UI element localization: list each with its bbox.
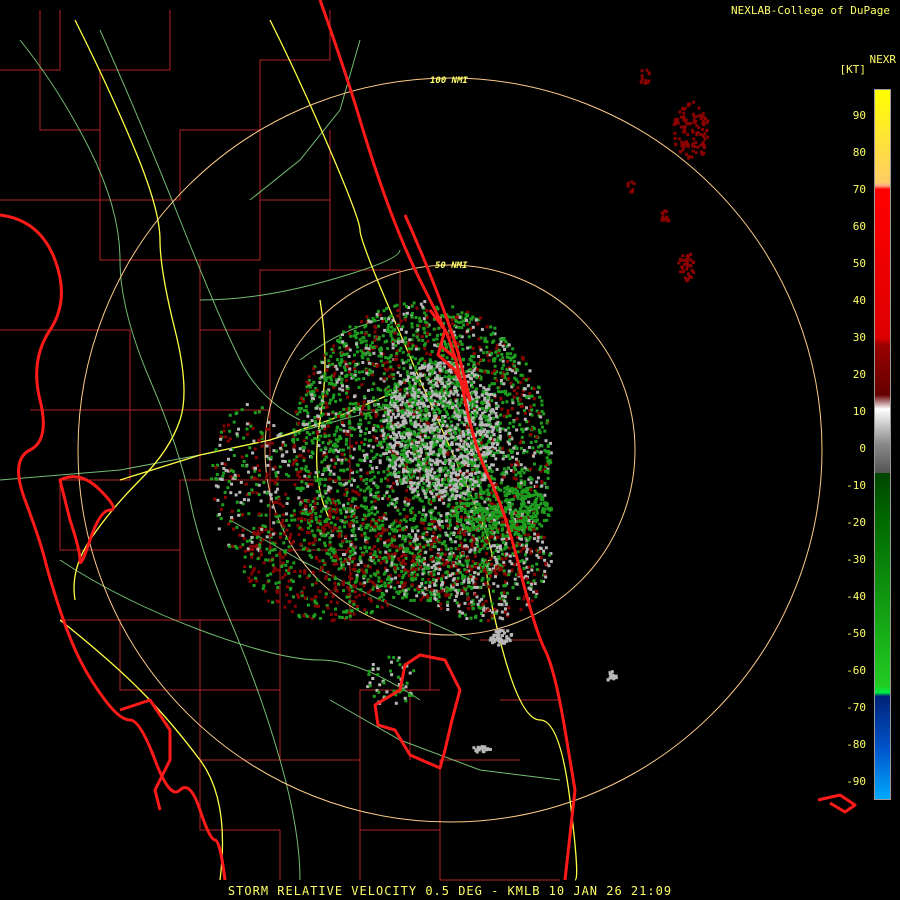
credit-text: NEXLAB-College of DuPage [731,4,890,17]
scale-tick-label: -60 [846,664,866,677]
scale-tick-label: 10 [852,405,866,418]
scale-tick-label: 40 [852,294,866,307]
units-label: [KT] [839,63,867,76]
scale-tick-label: -70 [846,701,866,714]
velocity-color-scale [874,89,891,800]
scale-tick-label: 60 [852,220,866,233]
radar-display: NEXLAB-College of DuPage NEXR [KT] 100 N… [0,0,900,900]
scale-tick-label: -10 [846,479,866,492]
scale-tick-label: 50 [852,257,866,270]
product-caption: STORM RELATIVE VELOCITY 0.5 DEG - KMLB 1… [227,884,673,898]
scale-tick-label: -50 [846,627,866,640]
scale-tick-label: 90 [852,109,866,122]
product-code: NEXR [869,53,897,66]
scale-tick-label: 30 [852,331,866,344]
coastline [0,0,857,881]
scale-tick-label: 80 [852,146,866,159]
scale-tick-label: -40 [846,590,866,603]
scale-tick-label: 0 [859,442,866,455]
outer-ring-label: 100 NMI [430,76,468,86]
radar-map [0,0,857,881]
scale-tick-label: -20 [846,516,866,529]
scale-tick-label: -90 [846,775,866,788]
scale-tick-label: -30 [846,553,866,566]
scale-tick-label: -80 [846,738,866,751]
scale-tick-label: 70 [852,183,866,196]
scale-tick-label: 20 [852,368,866,381]
inner-ring-label: 50 NMI [435,261,468,271]
